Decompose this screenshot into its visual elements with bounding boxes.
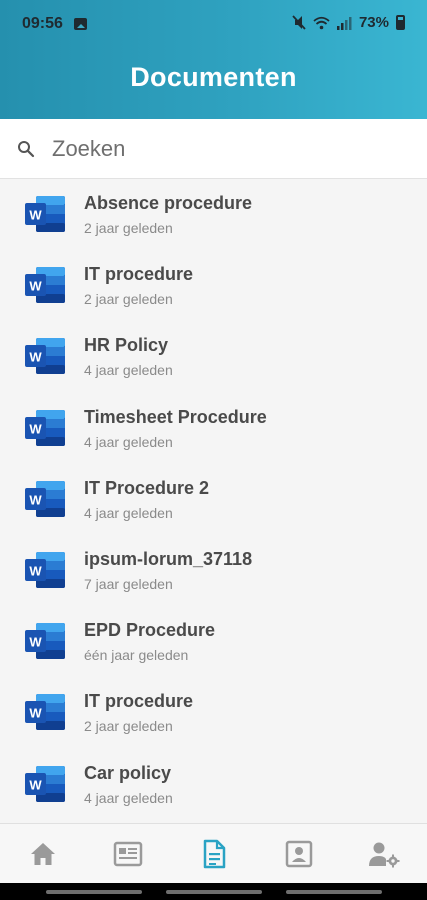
document-date: 2 jaar geleden [84,291,173,308]
document-date: 7 jaar geleden [84,575,173,592]
document-list-item[interactable]: W Timesheet Procedure 4 jaar geleden [0,393,427,464]
document-list-item[interactable]: W Absence procedure 2 jaar geleden [0,179,427,250]
document-date: 4 jaar geleden [84,789,173,806]
nav-contacts-button[interactable] [282,838,316,870]
word-icon: W [25,267,65,304]
nav-news-button[interactable] [111,838,145,870]
mute-icon [292,15,306,30]
search-icon [18,141,35,158]
document-title: Absence procedure [84,193,253,213]
status-time: 09:56 [22,15,63,32]
word-icon: W [25,196,65,232]
nav-documents-button[interactable] [197,838,231,870]
document-date: 4 jaar geleden [84,504,173,521]
document-title: HR Policy [84,335,169,356]
user-settings-icon [369,842,400,868]
gesture-pill-center[interactable] [166,890,262,894]
svg-text:W: W [29,563,42,578]
document-date: één jaar geleden [84,647,189,664]
document-title: Car policy [84,762,172,783]
search-bar [0,119,427,179]
document-icon [203,839,226,869]
status-icons: 73% [292,14,405,31]
contact-card-icon [285,840,313,868]
system-gesture-bar [0,883,427,900]
document-date: 4 jaar geleden [84,362,173,379]
document-list: W Absence procedure 2 jaar geleden W IT proc… [0,179,427,820]
battery-icon [396,15,405,30]
document-list-item[interactable]: W HR Policy 4 jaar geleden [0,321,427,392]
battery-percent: 73% [358,14,389,31]
app-header: 09:56 73% Documenten [0,0,427,119]
svg-text:W: W [29,208,42,223]
svg-text:W: W [29,279,42,294]
news-icon [113,841,143,867]
word-icon: W [25,551,65,588]
search-input[interactable] [52,133,402,165]
document-title: IT procedure [84,264,194,285]
gesture-pill-right[interactable] [286,890,382,894]
word-icon: W [25,623,65,660]
word-icon: W [25,480,65,517]
gesture-pill-left[interactable] [46,890,142,894]
document-list-item[interactable]: W EPD Procedure één jaar geleden [0,606,427,677]
nav-user-settings-button[interactable] [367,838,401,870]
document-date: 2 jaar geleden [84,220,173,236]
word-icon: W [25,694,65,731]
document-date: 4 jaar geleden [84,433,173,450]
document-list-item[interactable]: W IT Procedure 2 4 jaar geleden [0,464,427,535]
svg-text:W: W [29,492,42,507]
svg-text:W: W [29,421,42,436]
document-title: IT Procedure 2 [84,477,210,498]
svg-text:W: W [29,350,42,365]
document-list-item[interactable]: Wipsum-lorum_37118 7 jaar geleden [0,535,427,606]
document-list-item[interactable]: W IT procedure 2 jaar geleden [0,677,427,748]
app-screen: 09:56 73% Documenten Zoeken W Absence pr… [0,0,427,900]
word-icon: W [25,765,65,802]
document-title: Timesheet Procedure [84,406,267,427]
svg-text:W: W [29,706,42,721]
bottom-navigation [0,823,427,883]
document-list-item[interactable]: W Car policy 4 jaar geleden [0,749,427,820]
status-bar: 09:56 73% [0,0,427,52]
home-icon [31,843,55,865]
svg-text:W: W [29,777,42,792]
nav-home-button[interactable] [26,838,60,870]
word-icon: W [25,409,65,446]
document-date: 2 jaar geleden [84,718,173,735]
page-title: Documenten [130,62,297,92]
document-title: ipsum-lorum_37118 [84,548,253,569]
wifi-icon [313,16,330,29]
document-title: EPD Procedure [84,620,216,641]
signal-icon [336,16,352,30]
photo-icon [74,18,87,30]
word-icon: W [25,338,65,375]
document-list-item[interactable]: W IT procedure 2 jaar geleden [0,250,427,321]
document-title: IT procedure [84,691,194,712]
svg-text:W: W [29,635,42,650]
